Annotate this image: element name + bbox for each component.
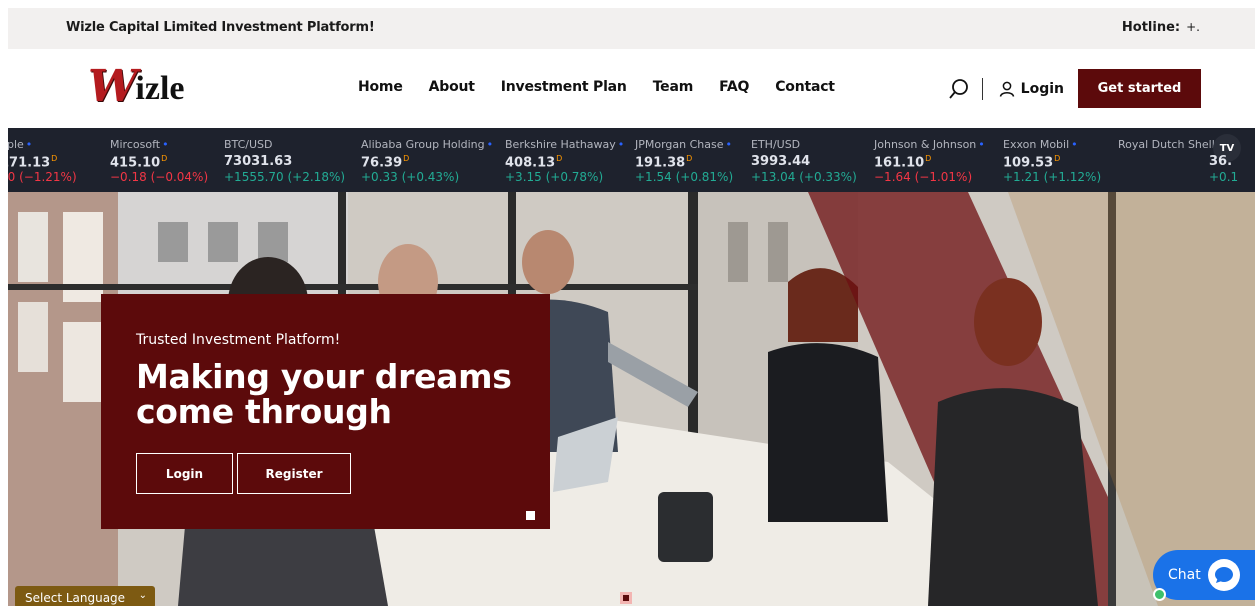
ticker-name: Alibaba Group Holding bbox=[361, 138, 485, 151]
ticker-change: +0.1 bbox=[1209, 170, 1239, 184]
status-dot: • bbox=[978, 138, 985, 151]
chat-label: Chat bbox=[1168, 567, 1201, 583]
chat-bubble-icon bbox=[1208, 559, 1240, 591]
ticker-name: Johnson & Johnson bbox=[874, 138, 977, 151]
ticker-name: BTC/USD bbox=[224, 138, 273, 151]
ticker-price: 36. bbox=[1209, 154, 1233, 169]
status-dot: • bbox=[486, 138, 494, 151]
nav-item-home[interactable]: Home bbox=[358, 79, 403, 95]
hotline-value[interactable]: +. bbox=[1186, 20, 1200, 34]
hero-register-button[interactable]: Register bbox=[237, 453, 351, 494]
ticker-name: pple bbox=[8, 138, 24, 151]
ticker-price: 76.39 bbox=[361, 155, 403, 171]
main-navbar: Wizle Home About Investment Plan Team FA… bbox=[8, 49, 1255, 128]
delayed-badge: D bbox=[686, 154, 693, 163]
ticker-change: −0.18 (−0.04%) bbox=[110, 170, 209, 184]
ticker-price: 109.53 bbox=[1003, 155, 1054, 171]
nav-item-contact[interactable]: Contact bbox=[775, 79, 835, 95]
language-select[interactable]: Select Language ⌄ bbox=[15, 586, 155, 606]
top-bar: Wizle Capital Limited Investment Platfor… bbox=[8, 8, 1255, 49]
get-started-button[interactable]: Get started bbox=[1078, 69, 1201, 108]
delayed-badge: D bbox=[556, 154, 563, 163]
ticker-price: 73031.63 bbox=[224, 154, 293, 169]
ticker-price: 161.10 bbox=[874, 155, 925, 171]
status-dot: • bbox=[162, 138, 169, 151]
nav-menu: Home About Investment Plan Team FAQ Cont… bbox=[358, 79, 861, 95]
delayed-badge: D bbox=[925, 154, 932, 163]
ticker-price: 191.38 bbox=[635, 155, 686, 171]
user-icon bbox=[999, 81, 1015, 97]
ticker-name: ETH/USD bbox=[751, 138, 801, 151]
hero-headline: Making your dreams come through bbox=[136, 357, 512, 431]
announcement-text: Wizle Capital Limited Investment Platfor… bbox=[66, 20, 375, 35]
logo-letter-w: W bbox=[88, 61, 138, 112]
nav-item-faq[interactable]: FAQ bbox=[719, 79, 749, 95]
chevron-down-icon: ⌄ bbox=[138, 590, 147, 601]
ticker-change: +1.21 (+1.12%) bbox=[1003, 170, 1102, 184]
ticker-name: Mircosoft bbox=[110, 138, 161, 151]
login-label: Login bbox=[1020, 80, 1064, 97]
logo-wordmark: izle bbox=[135, 70, 185, 107]
ticker-change: +1555.70 (+2.18%) bbox=[224, 170, 346, 184]
ticker-change: −1.64 (−1.01%) bbox=[874, 170, 973, 184]
nav-item-team[interactable]: Team bbox=[653, 79, 694, 95]
ticker-item[interactable]: TV 36. +0.1 bbox=[1209, 128, 1255, 192]
nav-divider bbox=[981, 77, 983, 100]
login-link[interactable]: Login bbox=[999, 81, 1064, 97]
delayed-badge: D bbox=[1054, 154, 1061, 163]
language-select-label: Select Language bbox=[25, 591, 126, 605]
hero-card: Trusted Investment Platform! Making your… bbox=[101, 294, 550, 529]
ticker-price: 3993.44 bbox=[751, 154, 811, 169]
status-dot: • bbox=[617, 138, 625, 151]
ticker-change: +1.54 (+0.81%) bbox=[635, 170, 734, 184]
hero-login-button[interactable]: Login bbox=[136, 453, 233, 494]
search-icon[interactable] bbox=[948, 78, 970, 100]
hotline: Hotline: +. bbox=[1122, 20, 1200, 35]
delayed-badge: D bbox=[161, 154, 168, 163]
ticker-name: Royal Dutch Shell bbox=[1118, 138, 1215, 151]
slider-dot[interactable] bbox=[620, 592, 632, 604]
status-dot: • bbox=[1071, 138, 1078, 151]
delayed-badge: D bbox=[51, 154, 58, 163]
hotline-label: Hotline: bbox=[1121, 20, 1181, 35]
ticker-name: JPMorgan Chase bbox=[635, 138, 724, 151]
status-dot: • bbox=[25, 138, 33, 151]
ticker-name: Exxon Mobil bbox=[1003, 138, 1070, 151]
ticker-change: +0.33 (+0.43%) bbox=[361, 170, 460, 184]
ticker-price: 415.10 bbox=[110, 155, 161, 171]
chat-widget-button[interactable]: Chat bbox=[1153, 550, 1255, 601]
hero-kicker: Trusted Investment Platform! bbox=[136, 332, 341, 348]
ticker-change: 10 (−1.21%) bbox=[8, 170, 77, 184]
site-logo[interactable]: Wizle bbox=[88, 65, 185, 109]
ticker-name: Berkshire Hathaway bbox=[505, 138, 616, 151]
status-dot: • bbox=[725, 138, 733, 151]
ticker-change: +3.15 (+0.78%) bbox=[505, 170, 604, 184]
stock-ticker: pple• 171.13D 10 (−1.21%) Mircosoft• 415… bbox=[8, 128, 1255, 192]
ticker-price: 171.13 bbox=[8, 155, 51, 171]
slide-square-indicator[interactable] bbox=[526, 511, 535, 520]
online-status-indicator bbox=[1153, 588, 1166, 601]
nav-actions: Login Get started bbox=[948, 69, 1201, 108]
nav-item-investment-plan[interactable]: Investment Plan bbox=[501, 79, 627, 95]
hero-section: Trusted Investment Platform! Making your… bbox=[8, 192, 1255, 606]
nav-item-about[interactable]: About bbox=[429, 79, 475, 95]
ticker-change: +13.04 (+0.33%) bbox=[751, 170, 857, 184]
delayed-badge: D bbox=[403, 154, 410, 163]
ticker-price: 408.13 bbox=[505, 155, 556, 171]
